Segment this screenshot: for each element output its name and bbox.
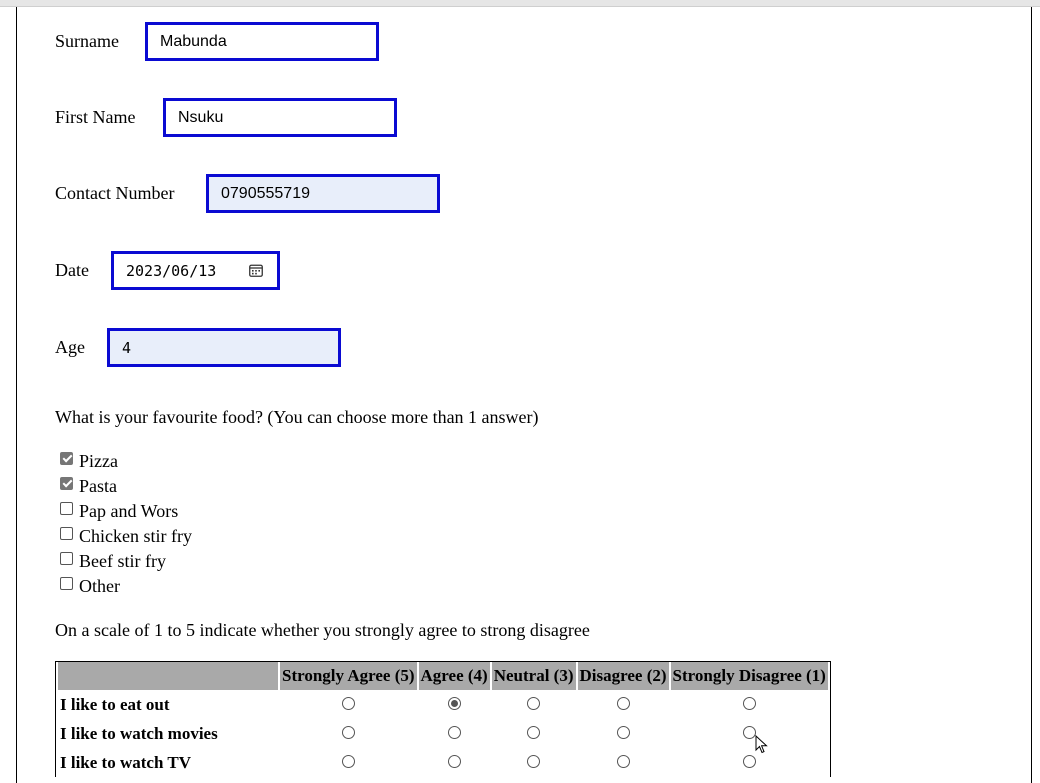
food-option-pasta[interactable]: Pasta — [60, 475, 117, 497]
radio-disagree[interactable] — [616, 755, 630, 769]
rating-row-label: I like to watch movies — [60, 723, 218, 743]
radio-disagree[interactable] — [616, 697, 630, 711]
first-name-value: Nsuku — [178, 108, 224, 126]
rating-header-strongly-disagree: Strongly Disagree (1) — [670, 662, 828, 690]
food-option-label: Chicken stir fry — [79, 525, 192, 546]
contact-number-label: Contact Number — [55, 183, 175, 203]
surname-field[interactable]: Mabunda — [145, 22, 379, 61]
food-option-pizza[interactable]: Pizza — [60, 450, 118, 472]
scale-instruction: On a scale of 1 to 5 indicate whether yo… — [55, 620, 590, 640]
radio-strongly-agree[interactable] — [341, 726, 355, 740]
first-name-field[interactable]: Nsuku — [163, 98, 397, 137]
age-label: Age — [55, 337, 85, 357]
food-option-label: Other — [79, 575, 120, 596]
checkbox-unchecked[interactable] — [60, 576, 73, 590]
food-option-label: Pasta — [79, 475, 117, 496]
calendar-icon[interactable] — [249, 264, 263, 277]
age-value: 4 — [122, 338, 132, 357]
food-option-label: Pizza — [79, 450, 118, 471]
surname-label: Surname — [55, 31, 119, 51]
first-name-label: First Name — [55, 107, 136, 127]
radio-agree[interactable] — [447, 726, 461, 740]
radio-neutral[interactable] — [527, 697, 541, 711]
radio-disagree[interactable] — [616, 726, 630, 740]
food-question: What is your favourite food? (You can ch… — [55, 407, 539, 427]
checkbox-unchecked[interactable] — [60, 526, 73, 540]
rating-table: Strongly Agree (5) Agree (4) Neutral (3)… — [55, 661, 831, 777]
browser-top-bar — [0, 0, 1040, 7]
checkbox-checked[interactable] — [60, 476, 73, 490]
checkbox-unchecked[interactable] — [60, 501, 73, 515]
rating-row: I like to eat out — [58, 690, 828, 719]
rating-header-row: Strongly Agree (5) Agree (4) Neutral (3)… — [58, 662, 828, 690]
age-field[interactable]: 4 — [107, 328, 341, 367]
rating-header-blank — [58, 662, 278, 690]
food-option-label: Beef stir fry — [79, 550, 166, 571]
food-option-other[interactable]: Other — [60, 575, 120, 597]
rating-row-label: I like to eat out — [60, 694, 170, 714]
radio-strongly-disagree[interactable] — [742, 726, 756, 740]
rating-row-label: I like to watch TV — [60, 752, 191, 772]
checkbox-unchecked[interactable] — [60, 551, 73, 565]
radio-agree[interactable] — [447, 755, 461, 769]
rating-row: I like to watch TV — [58, 748, 828, 777]
date-field[interactable]: 2023/06/13 — [111, 251, 280, 290]
contact-number-value: 0790555719 — [221, 184, 310, 202]
rating-header-neutral: Neutral (3) — [491, 662, 576, 690]
date-label: Date — [55, 260, 89, 280]
mouse-cursor-icon — [755, 735, 768, 754]
radio-strongly-disagree[interactable] — [742, 697, 756, 711]
radio-strongly-disagree[interactable] — [742, 755, 756, 769]
radio-agree-selected[interactable] — [447, 697, 461, 711]
rating-header-disagree: Disagree (2) — [577, 662, 669, 690]
checkbox-checked[interactable] — [60, 451, 73, 465]
radio-neutral[interactable] — [527, 726, 541, 740]
rating-header-agree: Agree (4) — [418, 662, 490, 690]
rating-row: I like to watch movies — [58, 719, 828, 748]
radio-strongly-agree[interactable] — [341, 755, 355, 769]
food-option-label: Pap and Wors — [79, 500, 179, 521]
food-option-pap-and-wors[interactable]: Pap and Wors — [60, 500, 178, 522]
contact-number-field[interactable]: 0790555719 — [206, 174, 440, 213]
surname-value: Mabunda — [160, 32, 227, 50]
food-option-beef-stir-fry[interactable]: Beef stir fry — [60, 550, 166, 572]
date-value: 2023/06/13 — [126, 261, 217, 280]
rating-header-strongly-agree: Strongly Agree (5) — [280, 662, 417, 690]
radio-strongly-agree[interactable] — [341, 697, 355, 711]
radio-neutral[interactable] — [527, 755, 541, 769]
food-option-chicken-stir-fry[interactable]: Chicken stir fry — [60, 525, 192, 547]
